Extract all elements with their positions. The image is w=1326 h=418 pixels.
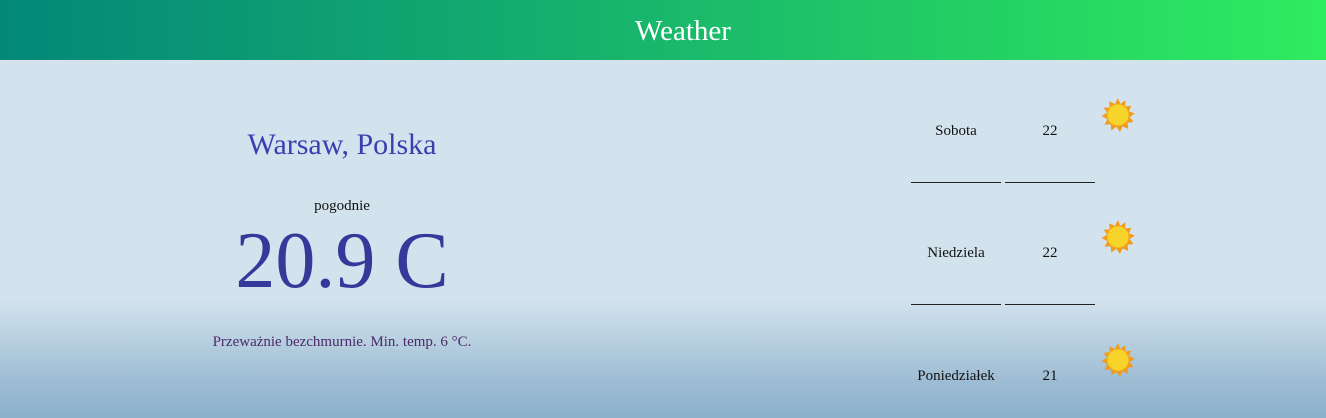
- forecast-day: Sobota: [935, 123, 977, 139]
- current-temperature: 20.9 C: [235, 217, 449, 305]
- divider: [911, 182, 1001, 183]
- forecast-row: Niedziela 22: [905, 212, 1155, 305]
- divider: [1005, 182, 1095, 183]
- sun-icon: [1101, 343, 1135, 377]
- divider: [1005, 304, 1095, 305]
- weather-condition: pogodnie: [314, 198, 370, 214]
- forecast-temp: 22: [1042, 123, 1058, 139]
- app-header: Weather: [0, 0, 1326, 60]
- weather-description: Przeważnie bezchmurnie. Min. temp. 6 °C.: [212, 334, 472, 350]
- city-name: Warsaw, Polska: [247, 128, 437, 161]
- sun-icon: [1101, 220, 1135, 254]
- forecast-row: Sobota 22: [905, 90, 1155, 183]
- forecast-temp: 21: [1042, 368, 1058, 384]
- forecast-temp: 22: [1042, 245, 1058, 261]
- divider: [911, 304, 1001, 305]
- forecast-row: Poniedziałek 21: [905, 335, 1155, 405]
- forecast-day: Niedziela: [927, 245, 985, 261]
- app-title: Weather: [635, 14, 731, 47]
- forecast-day: Poniedziałek: [917, 368, 995, 384]
- sun-icon: [1101, 98, 1135, 132]
